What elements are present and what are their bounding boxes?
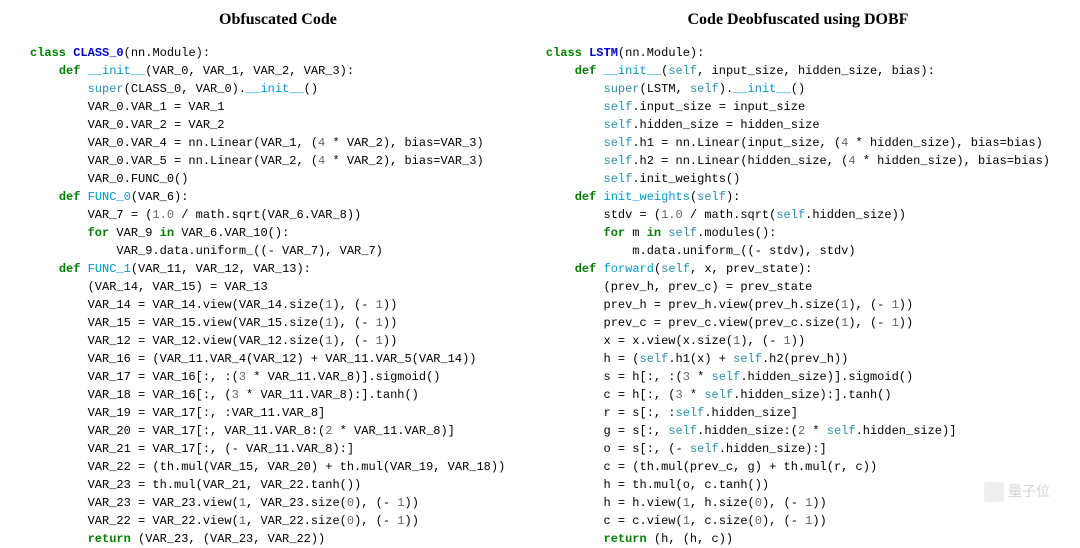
watermark: 量子位 — [984, 481, 1050, 502]
watermark-text: 量子位 — [1008, 481, 1050, 502]
watermark-icon — [984, 482, 1004, 502]
right-code: class LSTM(nn.Module): def __init__(self… — [546, 44, 1050, 548]
left-title: Obfuscated Code — [30, 8, 526, 32]
left-panel: Obfuscated Code class CLASS_0(nn.Module)… — [20, 8, 536, 512]
right-title: Code Deobfuscated using DOBF — [546, 8, 1050, 32]
right-panel: Code Deobfuscated using DOBF class LSTM(… — [536, 8, 1060, 512]
left-code: class CLASS_0(nn.Module): def __init__(V… — [30, 44, 526, 548]
code-comparison: Obfuscated Code class CLASS_0(nn.Module)… — [0, 0, 1080, 520]
